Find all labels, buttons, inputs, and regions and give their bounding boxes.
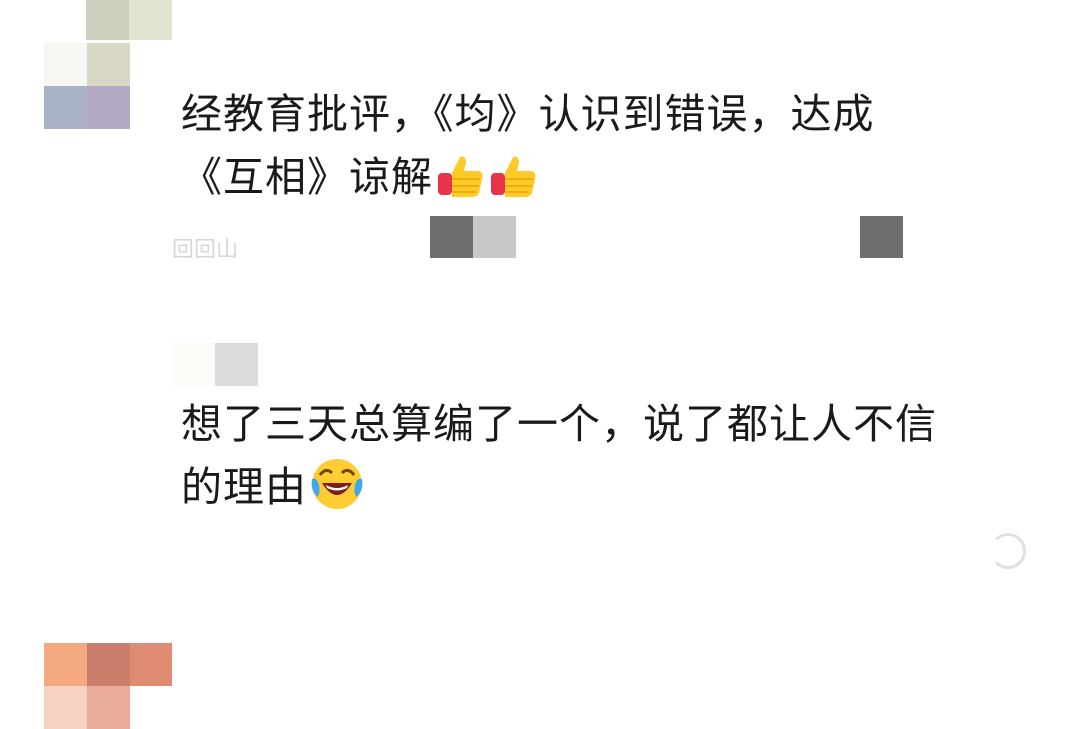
- comment-text-line: 想了三天总算编了一个，说了都让人不信: [181, 400, 937, 448]
- comment-text-line-2: 的理由: [181, 463, 307, 511]
- comment-text-line: 《互相》谅解: [181, 146, 1001, 209]
- blurred-block[interactable]: [860, 216, 903, 258]
- reply-icon[interactable]: [990, 533, 1026, 569]
- comment-item: 经教育批评，《均》认识到错误，达成 《互相》谅解 回回山: [0, 0, 1079, 300]
- comment-meta-blurred: 回回山: [172, 238, 239, 258]
- thumbs-up-emoji-icon: [491, 156, 536, 197]
- blurred-block: [430, 216, 473, 258]
- blurred-block: [473, 216, 516, 258]
- username-blurred[interactable]: [172, 343, 215, 386]
- thumbs-up-emoji-icon: [438, 156, 483, 197]
- crying-laughing-face-emoji-icon: [311, 459, 363, 509]
- comment-text-line: 的理由: [181, 456, 1001, 519]
- comment-item: 想了三天总算编了一个，说了都让人不信 的理由: [0, 300, 1079, 729]
- comment-text-line-2: 《互相》谅解: [181, 153, 433, 201]
- username-blurred: [86, 0, 129, 40]
- comment-text: 经教育批评，《均》认识到错误，达成 《互相》谅解: [181, 83, 1001, 209]
- comment-text-line: 经教育批评，《均》认识到错误，达成: [181, 90, 875, 138]
- username-blurred: [215, 343, 258, 386]
- avatar[interactable]: [44, 643, 172, 729]
- comment-text: 想了三天总算编了一个，说了都让人不信 的理由: [181, 393, 1001, 519]
- avatar[interactable]: [44, 43, 172, 129]
